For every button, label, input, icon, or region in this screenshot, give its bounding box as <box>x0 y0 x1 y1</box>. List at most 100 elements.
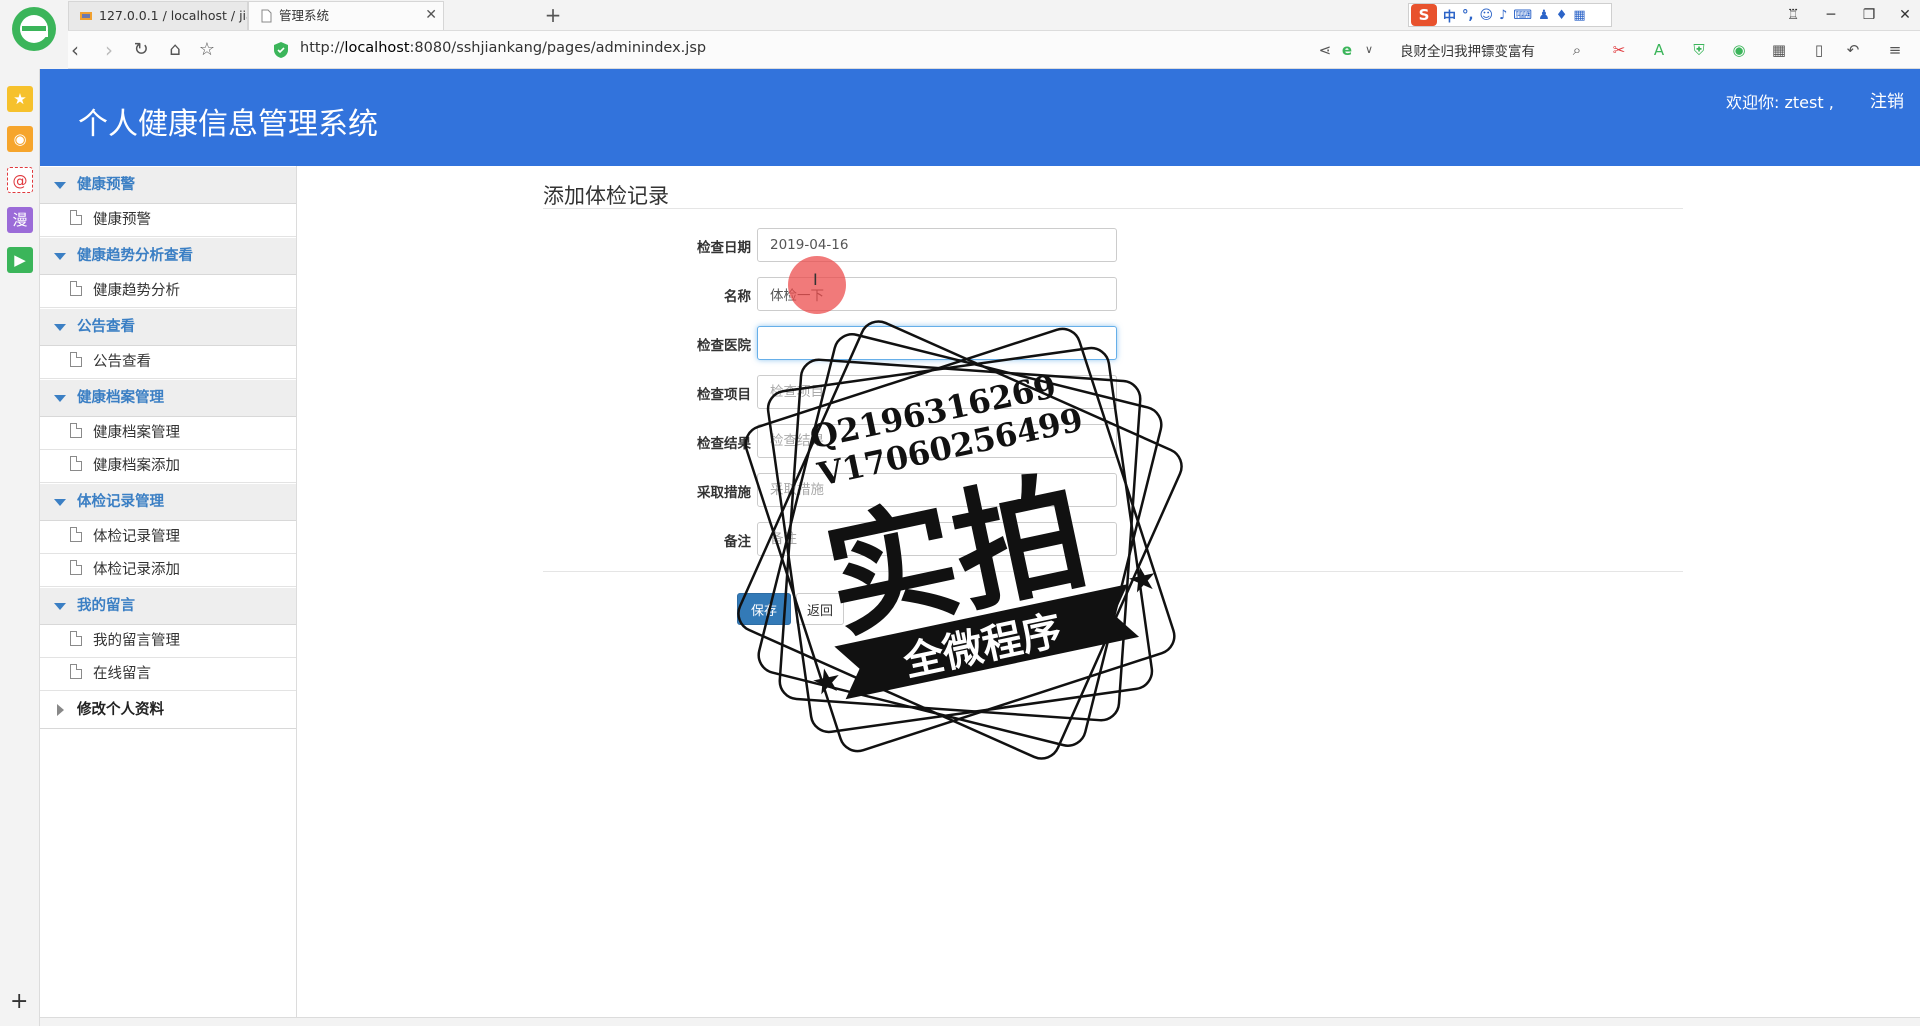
menu-item-label: 健康趋势分析 <box>93 283 180 299</box>
chevron-down-icon[interactable]: ∨ <box>1358 40 1380 60</box>
menu-head[interactable]: 健康档案管理 <box>40 379 296 417</box>
sogou-ime-icon[interactable]: S <box>1411 4 1437 26</box>
logout-link[interactable]: 注销 <box>1870 87 1904 112</box>
document-icon <box>70 527 82 542</box>
apps-grid-icon[interactable]: ▦ <box>1768 40 1790 60</box>
document-icon <box>70 560 82 575</box>
menu-group-messages: 我的留言 我的留言管理 在线留言 <box>40 587 296 691</box>
shield-icon[interactable]: ⛨ <box>1688 40 1710 60</box>
mail-icon[interactable]: @ <box>7 167 33 193</box>
translate-icon[interactable]: A <box>1648 40 1670 60</box>
tab-phpmyadmin[interactable]: 127.0.0.1 / localhost / jiankang <box>68 1 248 30</box>
emoji-icon[interactable]: ☺ <box>1479 8 1493 23</box>
star-icon: ★ <box>808 659 846 704</box>
menu-icon[interactable]: ≡ <box>1884 40 1906 60</box>
document-icon <box>70 352 82 367</box>
field-label: 检查日期 <box>697 240 751 256</box>
forward-icon[interactable]: › <box>96 37 122 63</box>
menu-group-profile[interactable]: 修改个人资料 <box>40 691 296 729</box>
scissors-icon[interactable]: ✂ <box>1608 40 1630 60</box>
app-title: 个人健康信息管理系统 <box>78 107 378 142</box>
sidebar-item-health-warning[interactable]: 健康预警 <box>40 204 296 237</box>
caret-down-icon <box>54 253 66 260</box>
microphone-icon[interactable]: ♪ <box>1499 8 1507 23</box>
favorite-star-icon[interactable]: ☆ <box>194 37 220 63</box>
menu-head-label: 修改个人资料 <box>77 702 164 718</box>
new-tab-icon[interactable]: + <box>540 2 566 28</box>
video-icon[interactable]: ▶ <box>7 247 33 273</box>
menu-head[interactable]: 体检记录管理 <box>40 483 296 521</box>
sidebar-item-notice[interactable]: 公告查看 <box>40 346 296 379</box>
favorites-star-icon[interactable]: ★ <box>7 86 33 112</box>
status-bar <box>40 1017 1920 1026</box>
ime-toolbar[interactable]: S 中 °, ☺ ♪ ⌨ ♟ ♦ ▦ <box>1408 3 1612 27</box>
document-icon <box>70 423 82 438</box>
url-field[interactable]: http://localhost:8080/sshjiankang/pages/… <box>300 40 706 56</box>
caret-right-icon <box>57 704 64 716</box>
gamepad-icon[interactable]: ◉ <box>1728 40 1750 60</box>
browser-chrome: 127.0.0.1 / localhost / jiankang 管理系统 ✕ … <box>0 0 1920 69</box>
menu-head[interactable]: 健康预警 <box>40 166 296 204</box>
text-cursor-icon: I <box>813 270 818 289</box>
close-window-icon[interactable]: ✕ <box>1892 3 1918 27</box>
tab-bar: 127.0.0.1 / localhost / jiankang 管理系统 ✕ … <box>68 0 1920 30</box>
weibo-icon[interactable]: ◉ <box>7 126 33 152</box>
user-icon[interactable]: ♟ <box>1538 8 1550 23</box>
divider <box>543 208 1683 209</box>
home-icon[interactable]: ⌂ <box>162 37 188 63</box>
page-icon <box>261 9 272 23</box>
menu-item-label: 健康档案管理 <box>93 425 180 441</box>
document-icon <box>70 664 82 679</box>
share-icon[interactable]: ⋖ <box>1314 40 1336 60</box>
welcome-text: 欢迎你: ztest , <box>1726 93 1834 112</box>
sidebar-item-archive-add[interactable]: 健康档案添加 <box>40 450 296 483</box>
caret-down-icon <box>54 603 66 610</box>
menu-head-label: 健康预警 <box>77 177 135 193</box>
search-input[interactable]: 良财全归我押镖变富有 <box>1400 40 1535 60</box>
menu-item-label: 我的留言管理 <box>93 633 180 649</box>
sidebar-item-archive-manage[interactable]: 健康档案管理 <box>40 417 296 450</box>
tab-label: 管理系统 <box>279 8 330 23</box>
ime-mode-label[interactable]: 中 <box>1443 6 1456 25</box>
menu-group-health-trend: 健康趋势分析查看 健康趋势分析 <box>40 237 296 308</box>
add-icon[interactable]: + <box>10 989 28 1014</box>
close-tab-icon[interactable]: ✕ <box>425 2 437 29</box>
sidebar-item-online-message[interactable]: 在线留言 <box>40 658 296 691</box>
menu-item-label: 健康档案添加 <box>93 458 180 474</box>
sidebar-item-checkup-manage[interactable]: 体检记录管理 <box>40 521 296 554</box>
field-row-check-date: 检查日期 <box>543 228 1143 262</box>
back-icon[interactable]: ‹ <box>62 37 88 63</box>
menu-head-label: 公告查看 <box>77 319 135 335</box>
menu-head-label: 体检记录管理 <box>77 494 164 510</box>
star-icon: ★ <box>1123 557 1161 602</box>
form-title: 添加体检记录 <box>543 184 669 208</box>
address-bar: ‹ › ↻ ⌂ ☆ http://localhost:8080/sshjiank… <box>68 30 1920 69</box>
menu-head[interactable]: 健康趋势分析查看 <box>40 237 296 275</box>
toolbox-icon[interactable]: ▦ <box>1573 8 1585 23</box>
menu-head[interactable]: 我的留言 <box>40 587 296 625</box>
browser-logo-icon[interactable] <box>10 5 58 57</box>
sidebar-item-messages-manage[interactable]: 我的留言管理 <box>40 625 296 658</box>
minimize-icon[interactable]: ─ <box>1818 3 1844 27</box>
menu-head-label: 我的留言 <box>77 598 135 614</box>
sidebar-item-health-trend[interactable]: 健康趋势分析 <box>40 275 296 308</box>
punctuation-icon[interactable]: °, <box>1462 8 1473 23</box>
search-icon[interactable]: ⌕ <box>1566 40 1588 60</box>
search-engine-icon[interactable]: e <box>1336 40 1358 60</box>
menu-group-checkup: 体检记录管理 体检记录管理 体检记录添加 <box>40 483 296 587</box>
shirt-icon[interactable]: ♖ <box>1780 3 1806 27</box>
app-header: 个人健康信息管理系统 欢迎你: ztest , 注销 <box>40 69 1920 166</box>
menu-group-notice: 公告查看 公告查看 <box>40 308 296 379</box>
restore-icon[interactable]: ❐ <box>1856 3 1882 27</box>
document-icon <box>70 281 82 296</box>
sidebar-item-checkup-add[interactable]: 体检记录添加 <box>40 554 296 587</box>
menu-head[interactable]: 公告查看 <box>40 308 296 346</box>
menu-item-label: 体检记录添加 <box>93 562 180 578</box>
refresh-icon[interactable]: ↻ <box>128 37 154 63</box>
tablet-icon[interactable]: ▯ <box>1808 40 1830 60</box>
keyboard-icon[interactable]: ⌨ <box>1513 8 1532 23</box>
skin-icon[interactable]: ♦ <box>1556 8 1568 23</box>
comic-icon[interactable]: 漫 <box>7 207 33 233</box>
tab-admin-system[interactable]: 管理系统 ✕ <box>248 1 444 30</box>
undo-icon[interactable]: ↶ <box>1842 40 1864 60</box>
